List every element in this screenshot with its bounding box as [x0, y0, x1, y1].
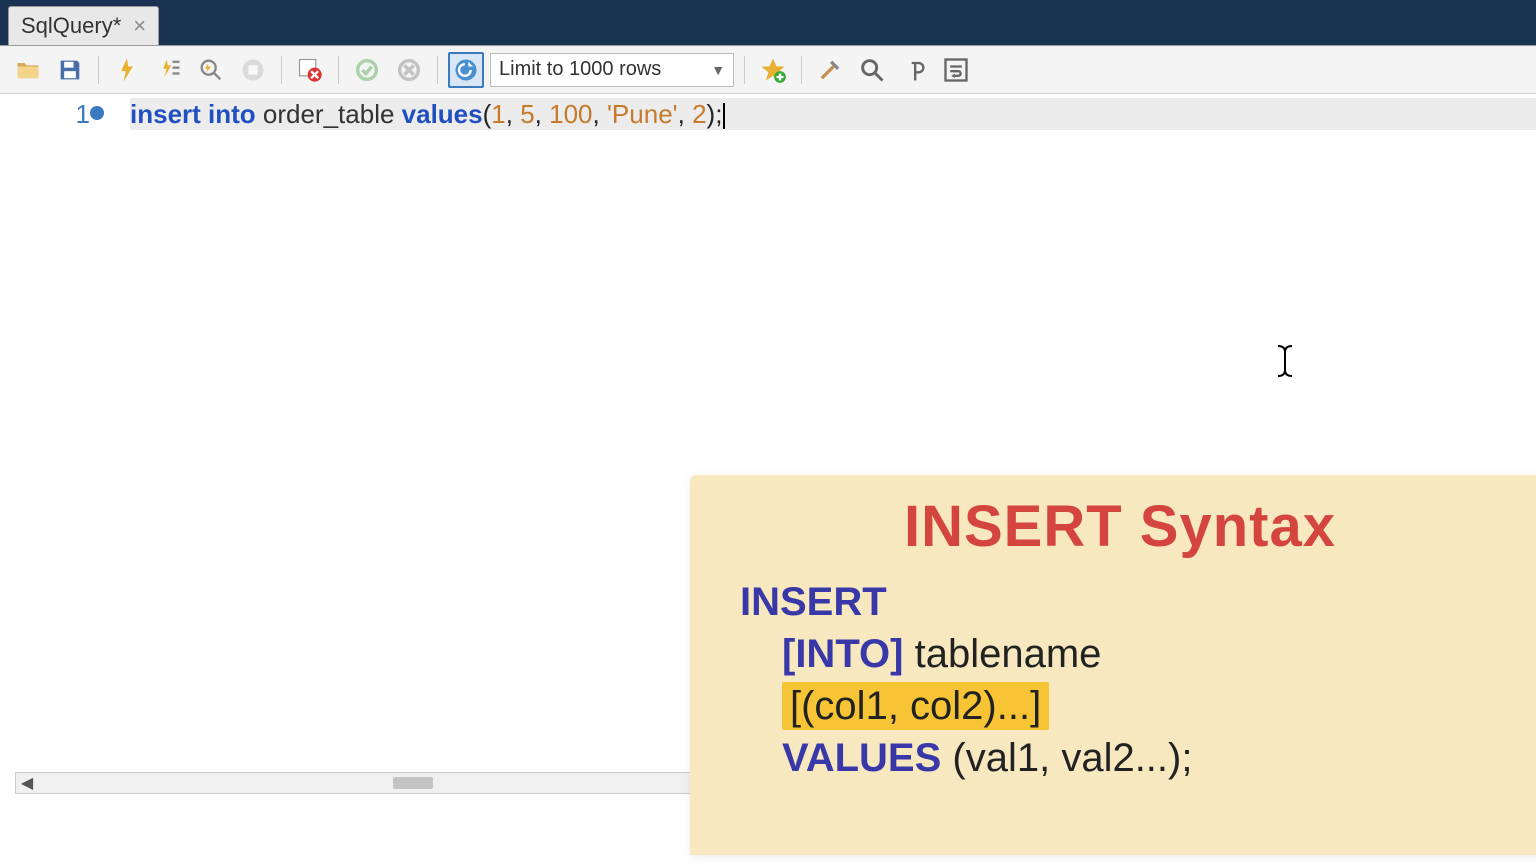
scroll-left-icon[interactable]: ◀ [16, 773, 38, 793]
statement-marker-icon [90, 106, 104, 120]
text-cursor [723, 103, 725, 129]
chevron-down-icon: ▼ [711, 62, 725, 78]
tab-title: SqlQuery* [21, 13, 121, 39]
stop-error-button[interactable] [292, 52, 328, 88]
favorites-button[interactable] [755, 52, 791, 88]
line-number: 1 [0, 98, 90, 130]
save-button[interactable] [52, 52, 88, 88]
toolbar-separator-5 [744, 56, 745, 84]
syntax-help-card: INSERT Syntax INSERT [INTO] tablename [(… [690, 475, 1536, 855]
syntax-line-2: [INTO] tablename [740, 628, 1500, 680]
code-keyword: insert into [130, 99, 256, 129]
tab-bar: SqlQuery* × [0, 0, 1536, 45]
syntax-line-4: VALUES (val1, val2...); [740, 732, 1500, 784]
code-keyword-2: values [402, 99, 483, 129]
code-punct: ( [483, 99, 492, 129]
code-identifier: order_table [256, 99, 402, 129]
close-icon[interactable]: × [133, 13, 146, 39]
syntax-line-1: INSERT [740, 576, 1500, 628]
execute-button[interactable] [109, 52, 145, 88]
toolbar-separator-4 [437, 56, 438, 84]
wrap-button[interactable] [938, 52, 974, 88]
line-gutter: 1 [0, 94, 130, 824]
text-cursor-icon [1274, 344, 1296, 383]
rollback-button [391, 52, 427, 88]
toolbar-separator-2 [281, 56, 282, 84]
toolbar-separator-6 [801, 56, 802, 84]
autocommit-toggle[interactable] [448, 52, 484, 88]
row-limit-label: Limit to 1000 rows [499, 58, 661, 81]
card-title: INSERT Syntax [740, 493, 1500, 560]
code-string: 'Pune' [607, 99, 678, 129]
query-tab[interactable]: SqlQuery* × [8, 6, 159, 45]
open-file-button[interactable] [10, 52, 46, 88]
row-limit-dropdown[interactable]: Limit to 1000 rows ▼ [490, 53, 734, 87]
syntax-line-3: [(col1, col2)...] [740, 680, 1500, 732]
commit-button [349, 52, 385, 88]
beautify-button[interactable] [812, 52, 848, 88]
code-line: insert into order_table values(1, 5, 100… [130, 98, 1536, 130]
editor-toolbar: Limit to 1000 rows ▼ [0, 46, 1536, 94]
execute-current-button[interactable] [151, 52, 187, 88]
code-number: 1 [491, 99, 505, 129]
stop-button [235, 52, 271, 88]
explain-button[interactable] [193, 52, 229, 88]
find-button[interactable] [854, 52, 890, 88]
invisible-chars-button[interactable] [896, 52, 932, 88]
toolbar-separator [98, 56, 99, 84]
scroll-thumb[interactable] [393, 777, 433, 789]
toolbar-separator-3 [338, 56, 339, 84]
